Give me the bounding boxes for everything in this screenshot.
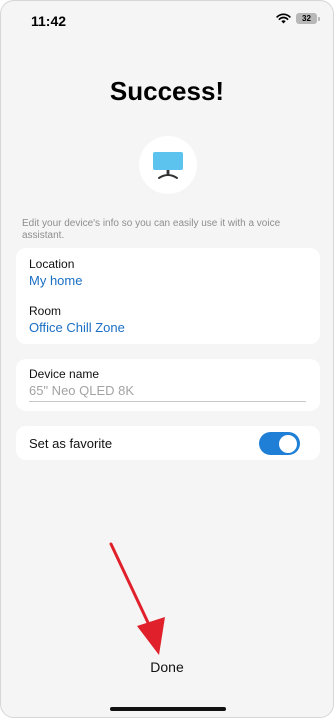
annotation-arrow	[109, 542, 165, 655]
home-indicator	[110, 707, 226, 711]
done-button[interactable]: Done	[127, 658, 207, 676]
phone-screen: 11:42 32 Success! Edit your device's inf…	[0, 0, 334, 718]
